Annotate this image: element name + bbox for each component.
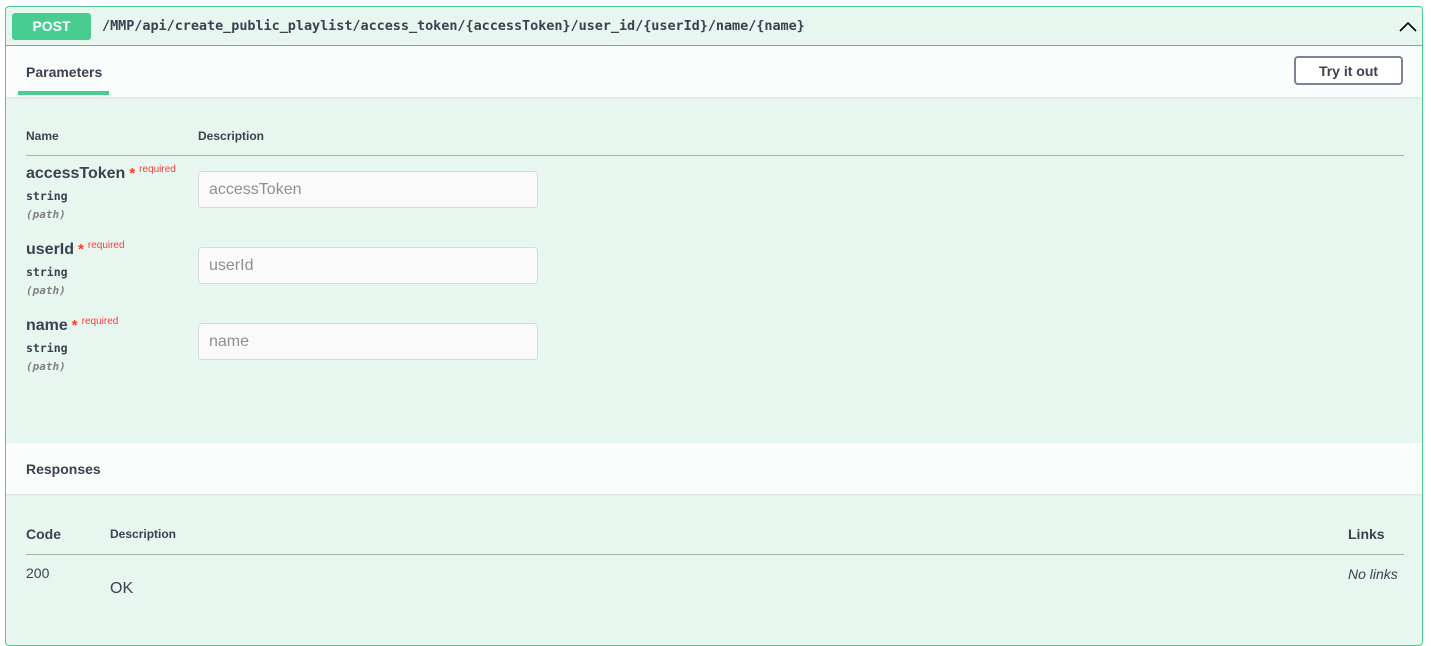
tab-active-indicator	[18, 91, 109, 95]
param-type: string	[26, 265, 68, 279]
required-star: *	[78, 241, 84, 258]
resp-col-description: Description	[110, 527, 177, 541]
param-type: string	[26, 189, 68, 203]
response-links: No links	[1348, 566, 1398, 582]
param-name-text: userId	[26, 241, 75, 258]
operation-summary[interactable]: POST /MMP/api/create_public_playlist/acc…	[6, 7, 1422, 46]
userid-input[interactable]	[198, 247, 538, 284]
required-star: *	[129, 165, 136, 182]
endpoint-path: /MMP/api/create_public_playlist/access_t…	[102, 18, 805, 34]
param-location: (path)	[26, 208, 66, 221]
param-col-name: Name	[26, 129, 59, 143]
resp-col-code: Code	[26, 526, 61, 542]
param-name-text: accessToken	[26, 165, 126, 182]
method-badge: POST	[12, 13, 91, 40]
chevron-up-icon[interactable]	[1398, 18, 1418, 34]
name-input[interactable]	[198, 323, 538, 360]
operation-block: POST /MMP/api/create_public_playlist/acc…	[5, 6, 1423, 646]
param-name-name: name * required	[26, 316, 119, 335]
responses-title: Responses	[26, 461, 101, 477]
param-col-description: Description	[198, 129, 265, 143]
resp-col-links: Links	[1348, 526, 1385, 542]
param-name-userid: userId * required	[26, 240, 125, 259]
resp-table-divider	[26, 554, 1404, 555]
required-label: required	[87, 240, 125, 251]
accesstoken-input[interactable]	[198, 171, 538, 208]
required-label: required	[81, 316, 119, 327]
required-star: *	[71, 317, 78, 334]
required-label: required	[139, 164, 176, 175]
param-location: (path)	[26, 360, 66, 373]
response-description: OK	[110, 580, 134, 597]
responses-header: Responses	[6, 443, 1422, 494]
param-location: (path)	[26, 284, 66, 297]
param-name-accesstoken: accessToken * required	[26, 164, 176, 183]
param-table-divider	[26, 155, 1404, 156]
response-code: 200	[26, 565, 50, 581]
parameters-header: Parameters Try it out	[6, 46, 1422, 97]
param-type: string	[26, 341, 68, 355]
try-it-out-button[interactable]: Try it out	[1294, 56, 1403, 85]
param-name-text: name	[26, 317, 68, 334]
tab-parameters[interactable]: Parameters	[26, 64, 102, 80]
